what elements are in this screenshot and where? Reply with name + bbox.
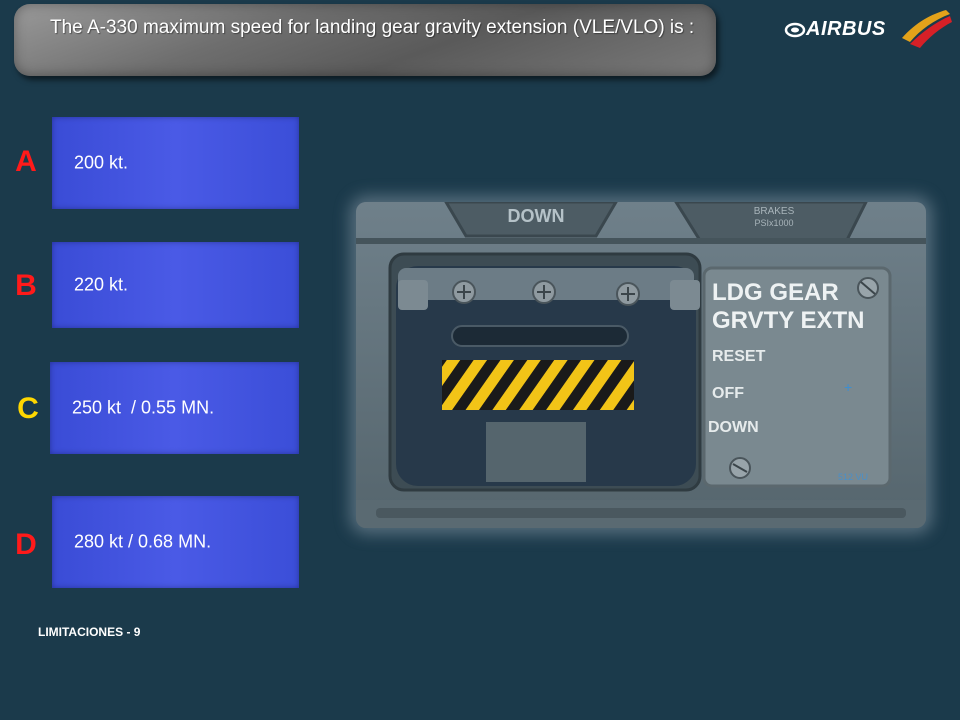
answer-text-b: 220 kt.	[74, 274, 129, 295]
question-text: The A-330 maximum speed for landing gear…	[50, 17, 695, 38]
photo-top-left-label: DOWN	[508, 206, 565, 226]
photo-down-label: DOWN	[708, 419, 759, 436]
airbus-logo: AIRBUS	[784, 8, 954, 52]
photo-reset-label: RESET	[712, 348, 766, 365]
option-letter-a: A	[15, 145, 37, 178]
slide-footer: LIMITACIONES - 9	[38, 625, 141, 639]
airbus-swirl-icon	[784, 22, 806, 38]
answer-text-d: 280 kt / 0.68 MN.	[74, 531, 212, 552]
question-banner: The A-330 maximum speed for landing gear…	[14, 4, 716, 76]
gear-gravity-extension-panel-photo: DOWN BRAKES PSIx1000 LDG GEAR GRVTY EXTN…	[356, 202, 926, 528]
photo-off-label: OFF	[712, 385, 744, 402]
answer-option-a[interactable]: 200 kt.	[52, 117, 299, 209]
svg-text:+: +	[844, 379, 852, 395]
photo-brakes-label: BRAKES	[754, 206, 795, 217]
photo-code-label: 512 VU	[838, 472, 868, 482]
answer-text-a: 200 kt.	[74, 152, 129, 173]
option-letter-b: B	[15, 269, 37, 302]
photo-placard-line1: LDG GEAR	[712, 279, 839, 306]
option-letter-d: D	[15, 528, 37, 561]
photo-psi-label: PSIx1000	[754, 218, 793, 228]
airbus-wordmark: AIRBUS	[806, 18, 886, 40]
answer-option-c[interactable]: 250 kt / 0.55 MN.	[50, 362, 299, 454]
photo-placard-line2: GRVTY EXTN	[712, 307, 864, 334]
answer-option-b[interactable]: 220 kt.	[52, 242, 299, 328]
iberia-tail-icon	[902, 10, 952, 48]
answer-option-d[interactable]: 280 kt / 0.68 MN.	[52, 496, 299, 588]
panel-illustration: DOWN BRAKES PSIx1000 LDG GEAR GRVTY EXTN…	[356, 202, 926, 528]
answer-text-c: 250 kt / 0.55 MN.	[72, 397, 215, 418]
option-letter-c: C	[17, 392, 39, 425]
